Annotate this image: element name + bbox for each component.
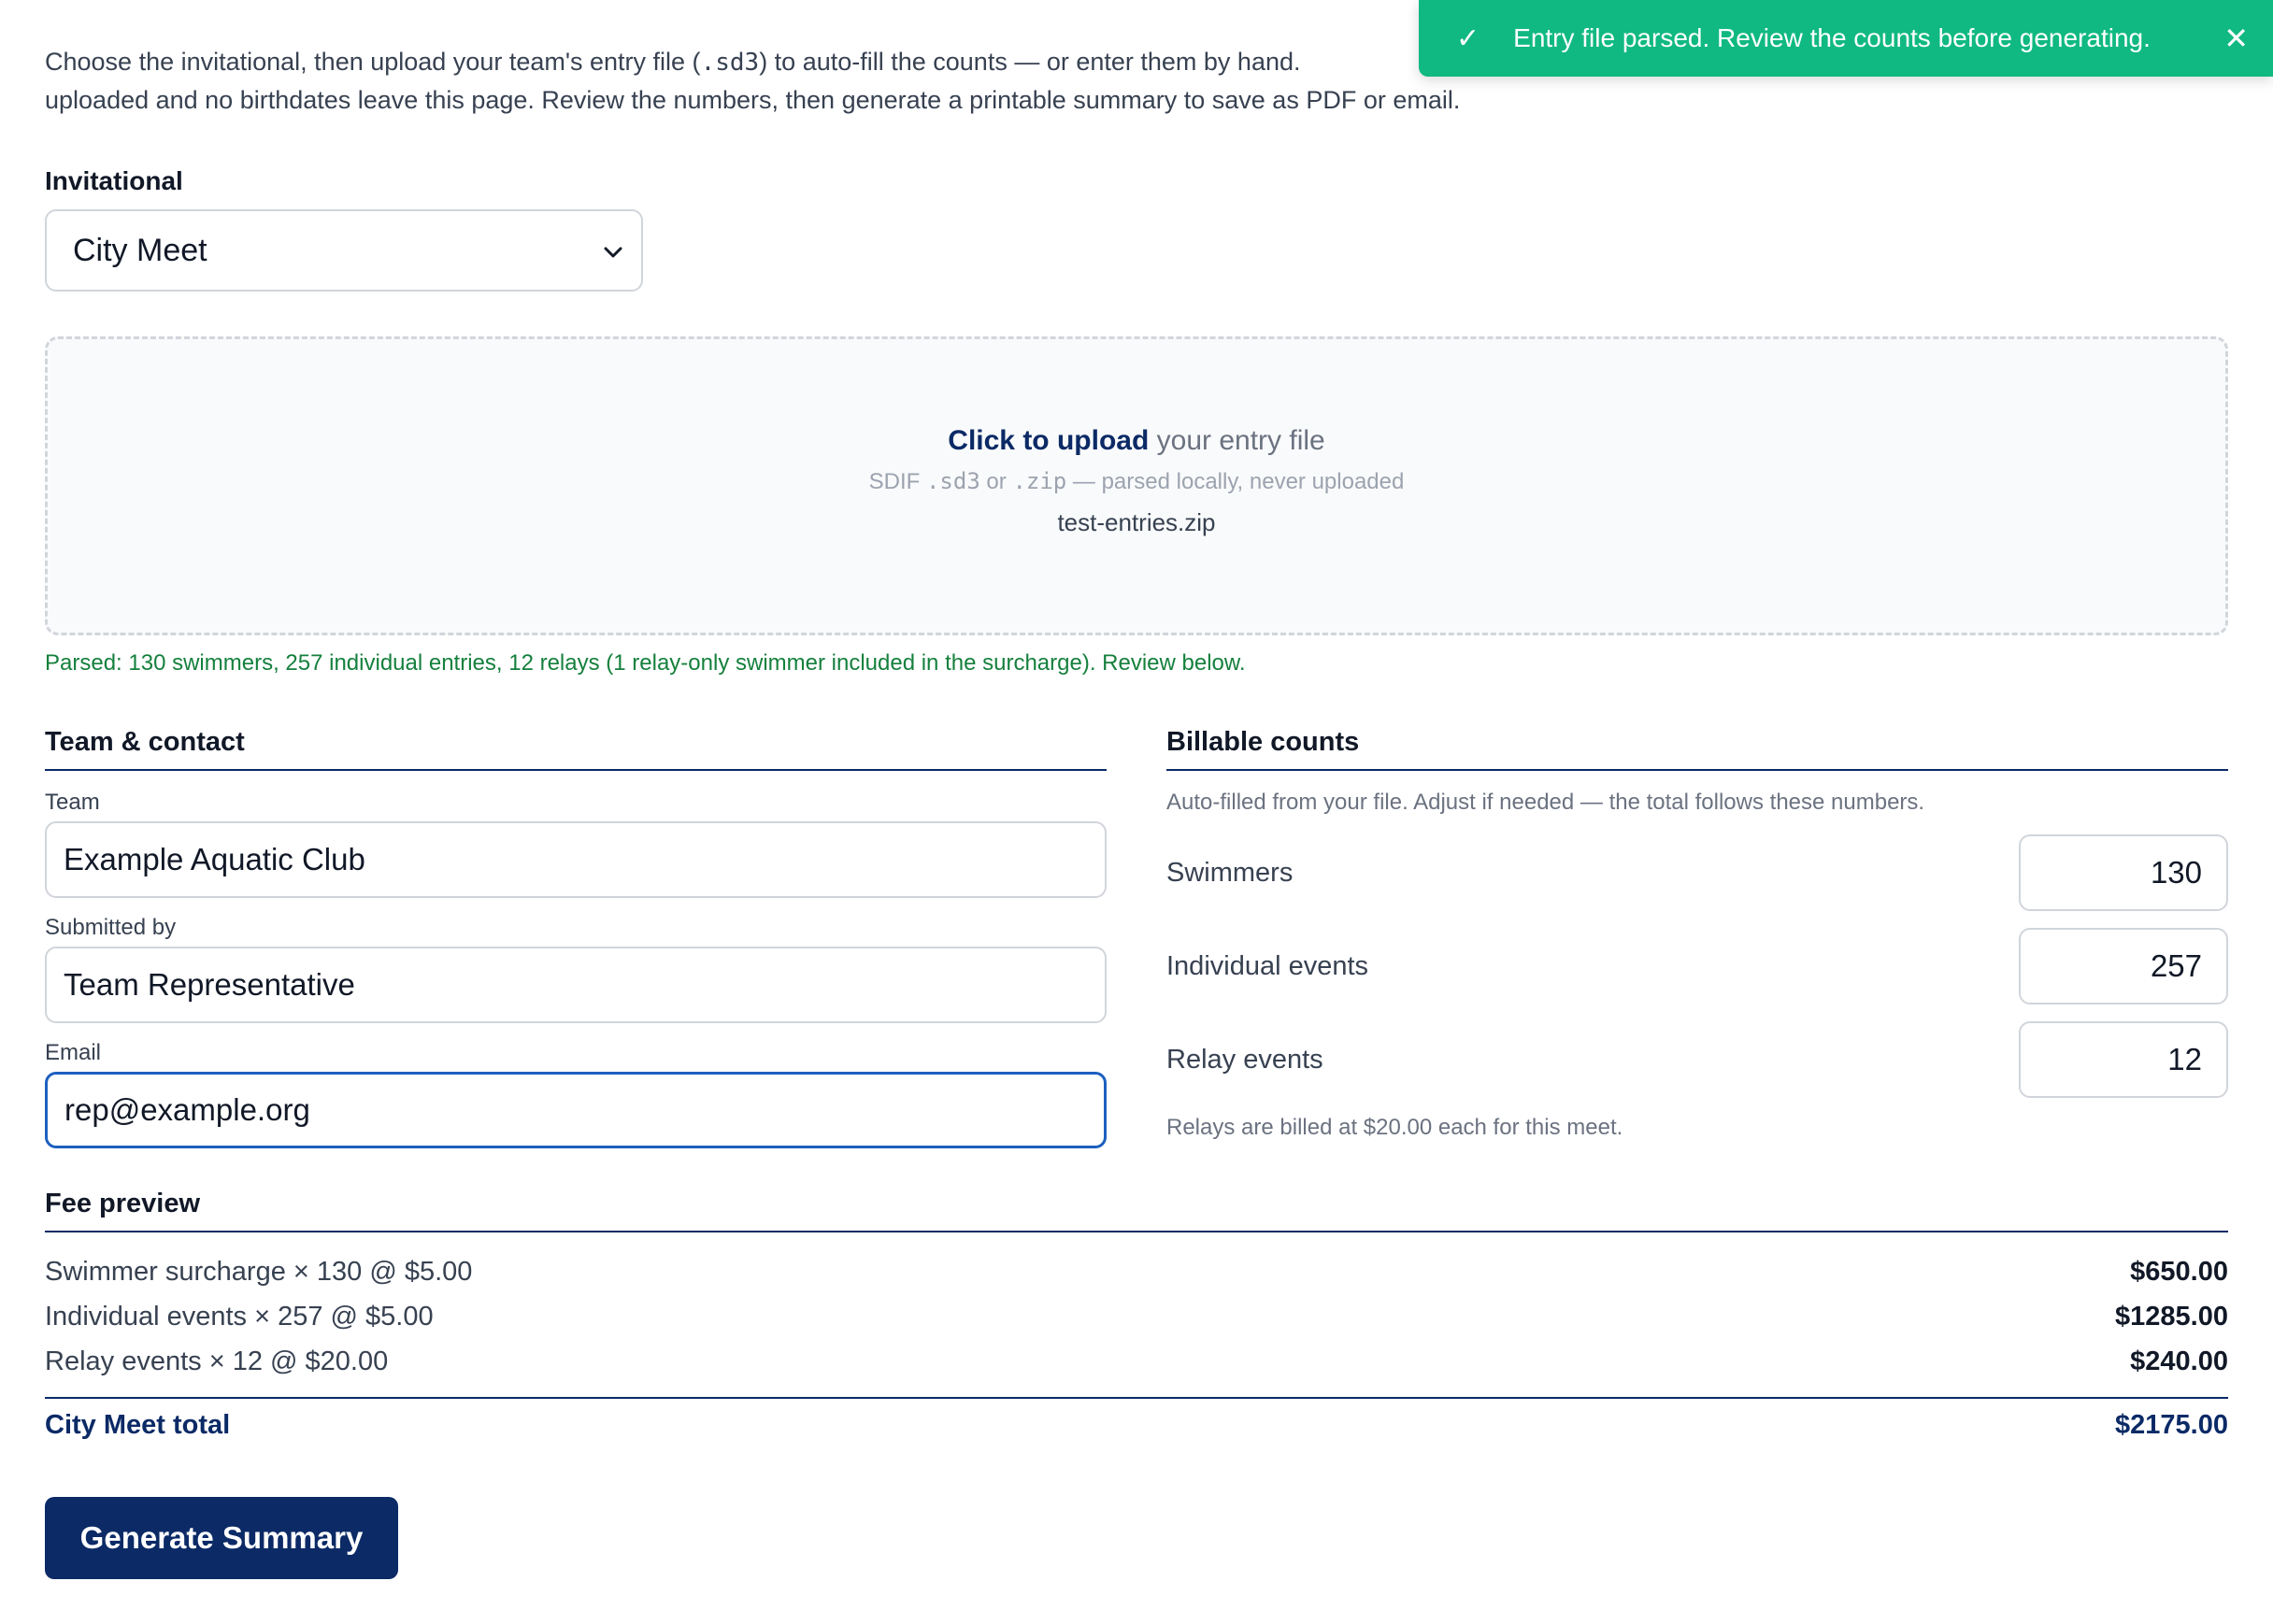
submitted-by-input-value: Team Representative <box>64 967 355 1002</box>
fee-total-row: City Meet total $2175.00 <box>45 1397 2228 1441</box>
team-input[interactable]: Example Aquatic Club <box>45 821 1107 898</box>
email-field-value: rep@example.org <box>64 1092 310 1127</box>
team-contact-section: Team & contact Team Example Aquatic Club… <box>45 727 1107 1148</box>
fee-total-label: City Meet total <box>45 1410 231 1440</box>
invitational-select[interactable]: City Meet <box>45 209 643 292</box>
parsed-status-message: Parsed: 130 swimmers, 257 individual ent… <box>45 650 1246 676</box>
uploaded-filename: test-entries.zip <box>1057 508 1216 536</box>
dropzone-ext-sd3: .sd3 <box>925 468 980 494</box>
email-field[interactable]: rep@example.org <box>45 1072 1107 1148</box>
fee-row-desc: Relay events × 12 @ $20.00 <box>45 1346 389 1376</box>
success-toast: ✓ Entry file parsed. Review the counts b… <box>1419 0 2273 77</box>
fee-row-desc: Individual events × 257 @ $5.00 <box>45 1301 434 1332</box>
generate-summary-button[interactable]: Generate Summary <box>45 1497 398 1579</box>
invitational-selected-value: City Meet <box>73 232 207 268</box>
team-label: Team <box>45 790 100 815</box>
fee-row-amount: $650.00 <box>2130 1256 2228 1287</box>
swimmers-label: Swimmers <box>1166 857 1294 888</box>
intro-part-2: ) to auto-fill the counts — or enter the… <box>759 48 1301 76</box>
relay-billing-note: Relays are billed at $20.00 each for thi… <box>1166 1115 1623 1140</box>
billable-counts-title: Billable counts <box>1166 727 2228 771</box>
click-to-upload-link[interactable]: Click to upload <box>948 425 1149 456</box>
fee-row-amount: $1285.00 <box>2115 1301 2228 1332</box>
individual-events-count-value: 257 <box>2150 948 2202 983</box>
check-icon: ✓ <box>1456 22 1480 54</box>
dropzone-main-rest: your entry file <box>1149 425 1325 456</box>
fee-rows: Swimmer surcharge × 130 @ $5.00 $650.00 … <box>45 1232 2228 1384</box>
team-contact-title: Team & contact <box>45 727 1107 771</box>
fee-row-amount: $240.00 <box>2130 1346 2228 1376</box>
intro-code-ext: .sd3 <box>700 49 760 77</box>
intro-part-1: Choose the invitational, then upload you… <box>45 48 701 76</box>
dropzone-sub-suffix: — parsed locally, never uploaded <box>1066 469 1405 494</box>
chevron-down-icon <box>604 236 622 265</box>
swimmers-row: Swimmers 130 <box>1166 834 2228 911</box>
fee-preview-title: Fee preview <box>45 1189 2228 1232</box>
dropzone-sub-text: SDIF .sd3 or .zip — parsed locally, neve… <box>48 468 2225 495</box>
toast-message: Entry file parsed. Review the counts bef… <box>1513 23 2151 52</box>
intro-line-2: uploaded and no birthdates leave this pa… <box>45 86 1461 114</box>
swimmers-count-input[interactable]: 130 <box>2019 834 2228 911</box>
individual-events-label: Individual events <box>1166 950 1369 981</box>
fee-row-individual-events: Individual events × 257 @ $5.00 $1285.00 <box>45 1294 2228 1339</box>
relay-events-label: Relay events <box>1166 1044 1323 1075</box>
file-dropzone[interactable]: Click to upload your entry file SDIF .sd… <box>45 336 2228 635</box>
team-input-value: Example Aquatic Club <box>64 842 365 876</box>
invitational-label: Invitational <box>45 166 183 195</box>
fee-total-amount: $2175.00 <box>2115 1410 2228 1440</box>
individual-events-row: Individual events 257 <box>1166 928 2228 1004</box>
relay-events-count-input[interactable]: 12 <box>2019 1021 2228 1098</box>
dropzone-main-text: Click to upload your entry file <box>48 425 2225 457</box>
fee-preview-section: Fee preview Swimmer surcharge × 130 @ $5… <box>45 1189 2228 1441</box>
swimmers-count-value: 130 <box>2150 855 2202 890</box>
email-label: Email <box>45 1040 102 1065</box>
dropzone-sub-prefix: SDIF <box>868 469 926 494</box>
fee-row-desc: Swimmer surcharge × 130 @ $5.00 <box>45 1256 473 1287</box>
relay-events-row: Relay events 12 <box>1166 1021 2228 1098</box>
billable-counts-section: Billable counts Auto-filled from your fi… <box>1166 727 2228 1141</box>
billable-help-text: Auto-filled from your file. Adjust if ne… <box>1166 790 1925 815</box>
fee-row-swimmer-surcharge: Swimmer surcharge × 130 @ $5.00 $650.00 <box>45 1249 2228 1294</box>
submitted-by-input[interactable]: Team Representative <box>45 947 1107 1023</box>
close-icon[interactable]: ✕ <box>2223 21 2249 56</box>
submitted-by-label: Submitted by <box>45 915 177 940</box>
fee-row-relay-events: Relay events × 12 @ $20.00 $240.00 <box>45 1339 2228 1384</box>
individual-events-count-input[interactable]: 257 <box>2019 928 2228 1004</box>
dropzone-ext-zip: .zip <box>1012 468 1067 494</box>
dropzone-sub-or: or <box>979 469 1013 494</box>
relay-events-count-value: 12 <box>2167 1042 2202 1076</box>
